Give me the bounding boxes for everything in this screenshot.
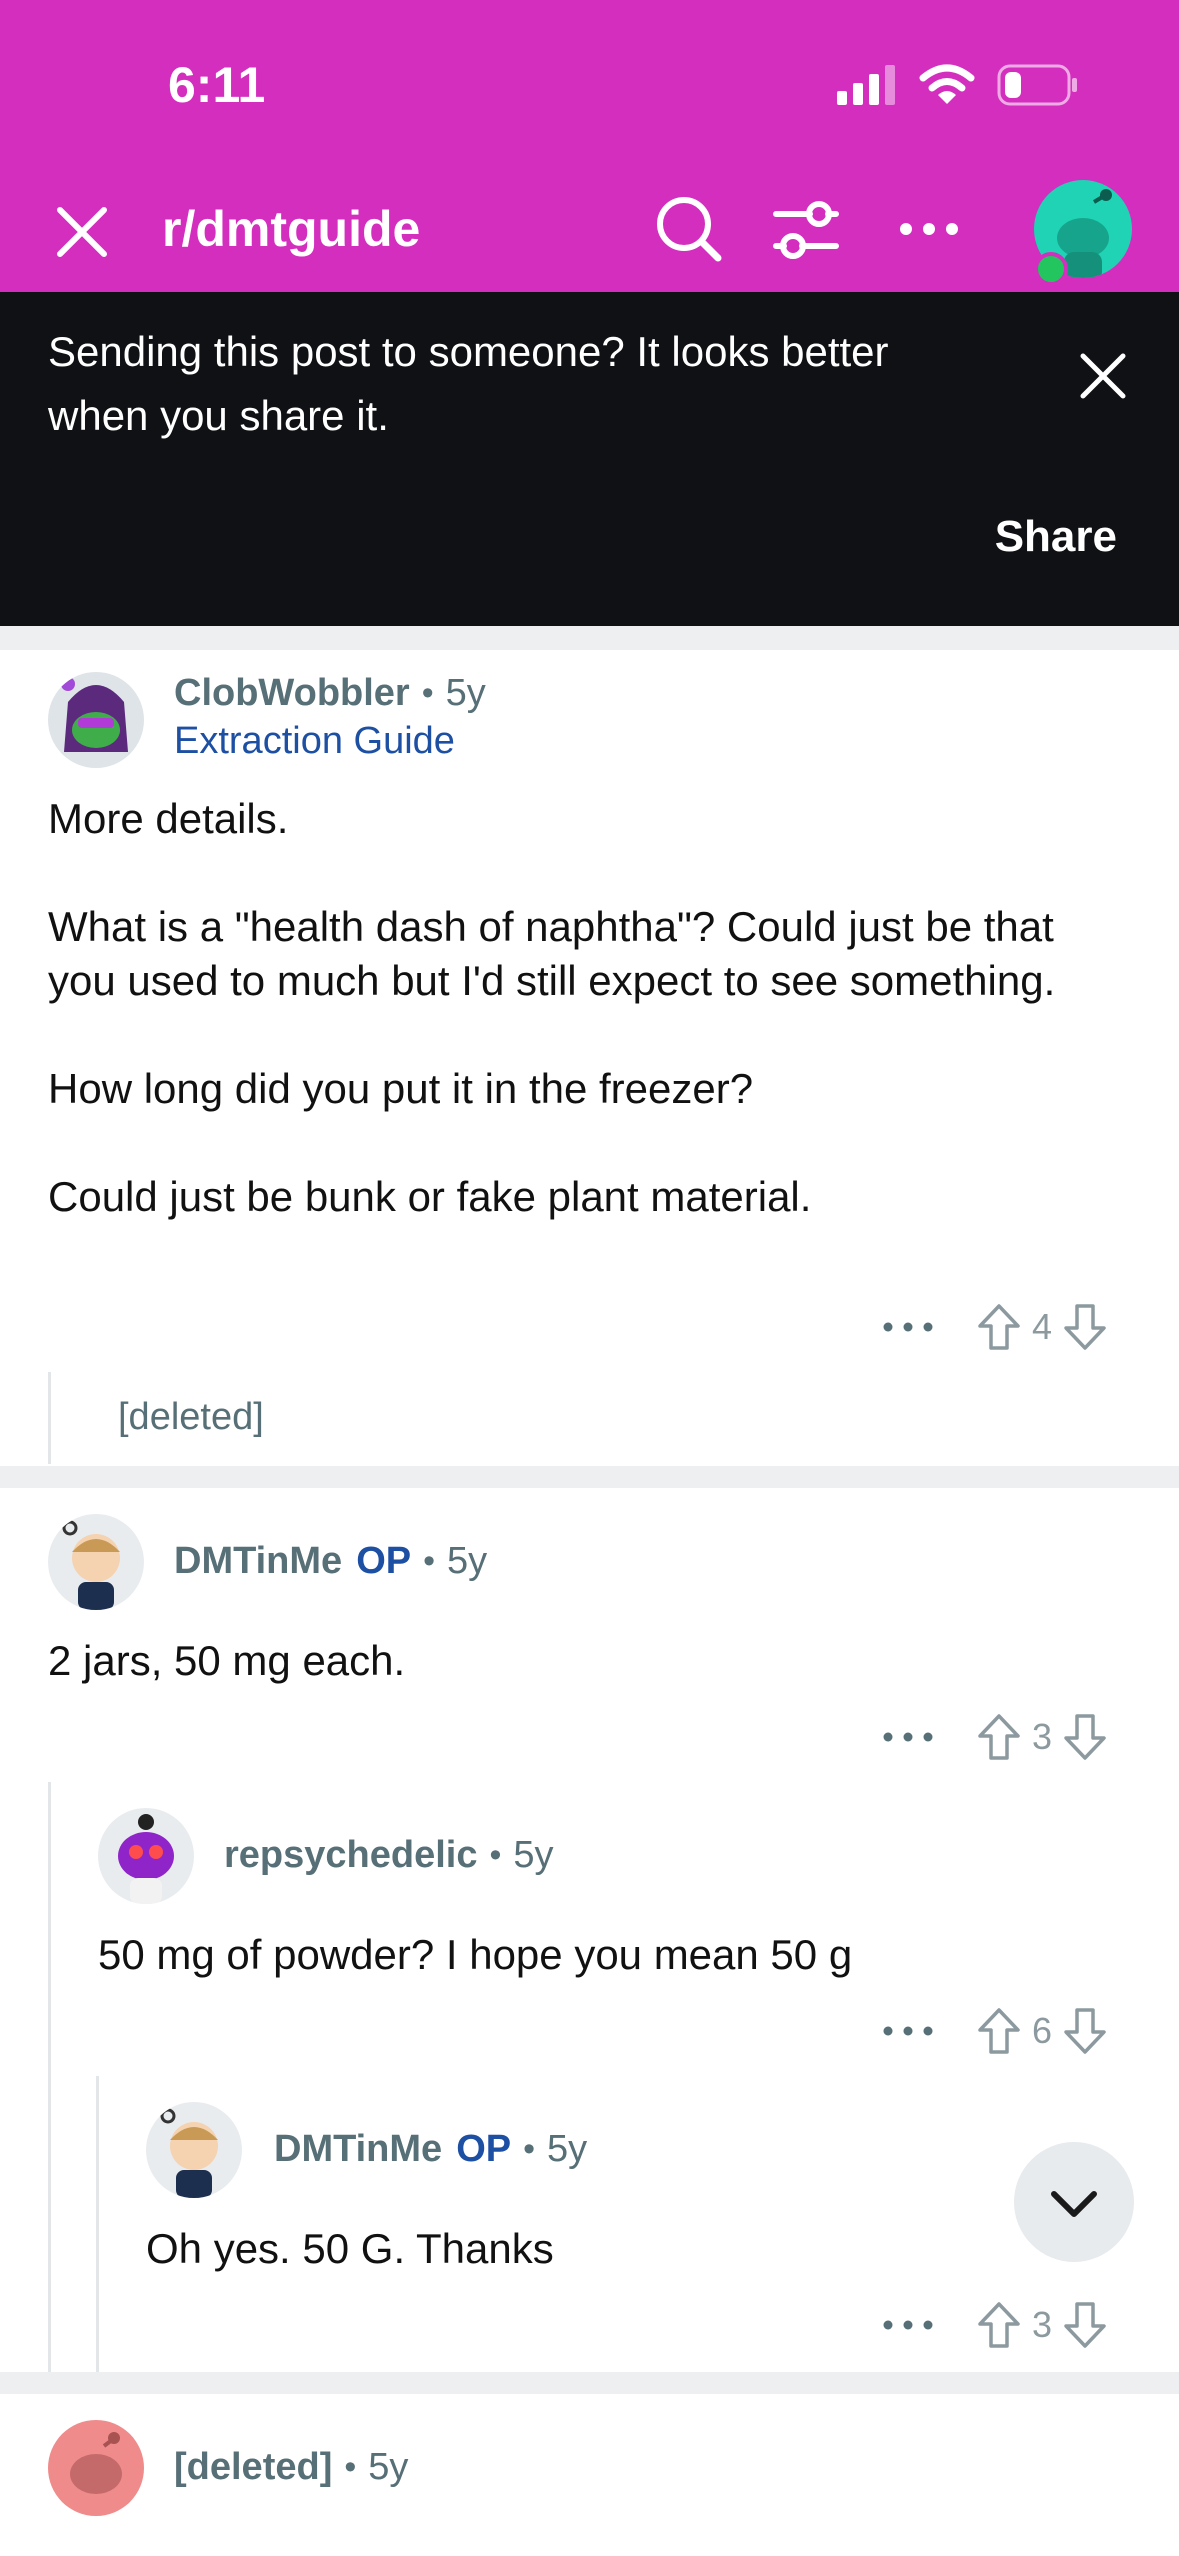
meta-separator: • [489,1836,502,1874]
comment-header: DMTinMe OP • 5y [174,1540,487,1583]
snoo-avatar-icon [160,2108,218,2198]
thread-line [96,2076,99,2372]
meta-separator: • [423,1542,435,1580]
meta-separator: • [344,2448,357,2486]
downvote-icon[interactable] [1062,2300,1108,2350]
comment-actions: 3 [880,2300,1108,2350]
comment-body: 2 jars, 50 mg each. [48,1637,406,1684]
comment-body: 50 mg of powder? I hope you mean 50 g [98,1931,853,1978]
thread-line [48,1372,51,1464]
comment-age: 5y [513,1834,554,1876]
chevron-down-icon [1051,2191,1097,2217]
comment-actions: 3 [880,1712,1108,1762]
subreddit-title[interactable]: r/dmtguide [162,200,420,258]
nav-row: r/dmtguide [0,180,1179,286]
comment-username: [deleted] [174,2446,333,2488]
comment-actions: 4 [880,1302,1108,1352]
user-flair: Extraction Guide [174,720,455,762]
downvote-icon[interactable] [1062,1302,1108,1352]
search-icon[interactable] [654,194,724,264]
vote-count: 3 [1031,1716,1053,1757]
upvote-icon[interactable] [976,2300,1022,2350]
battery-icon [997,64,1077,106]
more-icon[interactable] [880,2011,936,2051]
share-button[interactable]: Share [995,512,1117,562]
upvote-icon[interactable] [976,1302,1022,1352]
comment-actions: 6 [880,2006,1108,2056]
more-icon[interactable] [880,2305,936,2345]
filter-icon[interactable] [770,194,842,266]
close-icon[interactable] [52,202,112,262]
op-badge: OP [456,2128,512,2170]
wifi-icon [919,64,975,104]
status-icons [837,64,1079,106]
op-badge: OP [356,1540,412,1582]
comment-age: 5y [547,2128,588,2170]
vote-count: 6 [1031,2010,1053,2051]
avatar[interactable] [48,672,144,768]
avatar[interactable] [98,1808,194,1904]
snoo-avatar-icon [62,1520,120,1610]
avatar[interactable] [48,2420,144,2516]
comment-body: Oh yes. 50 G. Thanks [146,2225,554,2272]
avatar[interactable] [48,1514,144,1610]
comment-header: DMTinMe OP • 5y [274,2128,587,2171]
snoo-avatar-icon [61,677,128,752]
comment-age: 5y [445,672,486,714]
more-icon[interactable] [880,1717,936,1757]
snoo-avatar-icon [118,1814,174,1904]
section-divider [0,2372,1179,2394]
comment-header: repsychedelic • 5y [224,1834,554,1877]
vote-count: 4 [1031,1306,1053,1347]
comment-header: [deleted] • 5y [174,2446,408,2489]
comment-username[interactable]: DMTinMe [274,2128,442,2171]
avatar[interactable] [146,2102,242,2198]
online-status-dot [1034,252,1068,286]
comment-username[interactable]: repsychedelic [224,1834,477,1877]
comment-header: ClobWobbler • 5y [174,672,486,715]
vote-count: 3 [1031,2304,1053,2345]
comment-username[interactable]: DMTinMe [174,1540,342,1583]
banner-message: Sending this post to someone? It looks b… [48,328,889,439]
banner-close-icon[interactable] [1077,350,1129,402]
next-comment-button[interactable] [1014,2142,1134,2262]
meta-separator: • [421,674,434,712]
upvote-icon[interactable] [976,1712,1022,1762]
status-time: 6:11 [168,57,266,113]
more-icon[interactable] [880,1307,936,1347]
top-bar: 6:11 r/dmtguide [0,0,1179,292]
meta-separator: • [523,2130,535,2168]
comment-username[interactable]: ClobWobbler [174,672,410,715]
comment-body: More details. What is a "health dash of … [48,795,1056,1220]
snoo-avatar-icon [70,2432,122,2494]
upvote-icon[interactable] [976,2006,1022,2056]
comment-age: 5y [368,2446,409,2488]
comment-age: 5y [447,1540,488,1582]
section-divider [0,626,1179,650]
downvote-icon[interactable] [1062,2006,1108,2056]
thread-line [48,1782,51,2372]
deleted-comment[interactable]: [deleted] [118,1396,264,1439]
more-options-icon[interactable] [894,194,964,264]
downvote-icon[interactable] [1062,1712,1108,1762]
signal-icon [837,65,895,105]
share-banner: Sending this post to someone? It looks b… [0,292,1179,626]
section-divider [0,1466,1179,1488]
